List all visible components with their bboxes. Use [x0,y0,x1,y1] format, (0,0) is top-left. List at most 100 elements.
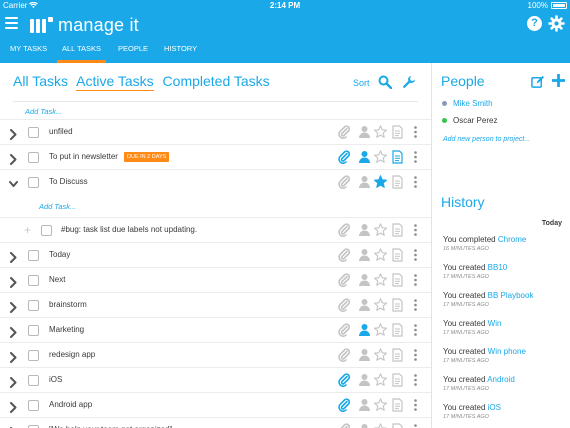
task-title[interactable]: brainstorm [49,300,87,309]
task-title[interactable]: To put in newsletter [49,152,118,161]
expand-toggle[interactable] [9,375,18,388]
more-icon[interactable] [409,298,422,312]
expand-toggle[interactable] [9,127,18,140]
task-title[interactable]: iOS [49,375,62,384]
star-icon[interactable] [373,150,388,164]
more-icon[interactable] [409,398,422,412]
task-title[interactable]: redesign app [49,350,95,359]
assignee-icon[interactable] [358,348,371,362]
chevron-right-icon[interactable] [9,252,18,263]
note-icon[interactable] [391,323,404,337]
plus-icon[interactable] [552,74,565,87]
note-icon[interactable] [391,398,404,412]
chevron-down-icon[interactable] [9,179,18,190]
star-icon[interactable] [373,175,388,189]
chevron-right-icon[interactable] [9,377,18,388]
chevron-right-icon[interactable] [9,129,18,140]
note-icon[interactable] [391,150,404,164]
more-icon[interactable] [409,223,422,237]
star-icon[interactable] [373,323,388,337]
tab-all-tasks[interactable]: ALL TASKS [57,38,106,63]
task-row[interactable]: Next [0,267,431,292]
history-link[interactable]: Win [488,319,502,328]
note-icon[interactable] [391,223,404,237]
task-row[interactable]: brainstorm [0,292,431,317]
add-person-link[interactable]: Add new person to project... [443,136,530,143]
task-row[interactable]: Android app [0,392,431,417]
history-link[interactable]: Chrome [498,235,526,244]
note-icon[interactable] [391,175,404,189]
task-title[interactable]: Marketing [49,325,84,334]
task-row[interactable]: iOS [0,367,431,392]
gear-icon[interactable] [548,15,565,32]
add-subtask-link[interactable]: Add Task... [39,202,76,211]
assignee-icon[interactable] [358,150,371,164]
star-icon[interactable] [373,298,388,312]
paperclip-icon[interactable] [338,298,351,313]
assignee-icon[interactable] [358,223,371,237]
star-icon[interactable] [373,373,388,387]
tab-people[interactable]: PEOPLE [118,38,148,63]
note-icon[interactable] [391,248,404,262]
expand-toggle[interactable] [9,350,18,363]
star-icon[interactable] [373,398,388,412]
sort-button[interactable]: Sort [353,78,370,88]
assignee-icon[interactable] [358,373,371,387]
person-item[interactable]: Mike Smith [442,99,493,108]
assignee-icon[interactable] [358,175,371,189]
star-icon[interactable] [373,125,388,139]
task-checkbox[interactable] [28,375,39,386]
assignee-icon[interactable] [358,248,371,262]
more-icon[interactable] [409,373,422,387]
view-tab-active[interactable]: Active Tasks [76,73,154,91]
task-checkbox[interactable] [28,300,39,311]
assignee-icon[interactable] [358,398,371,412]
chevron-right-icon[interactable] [9,277,18,288]
menu-icon[interactable] [5,17,18,29]
tab-history[interactable]: HISTORY [164,38,197,63]
task-row[interactable]: Marketing [0,317,431,342]
task-title[interactable]: unfiled [49,127,73,136]
note-icon[interactable] [391,273,404,287]
star-icon[interactable] [373,273,388,287]
assignee-icon[interactable] [358,298,371,312]
paperclip-icon[interactable] [338,273,351,288]
task-title[interactable]: Today [49,250,70,259]
note-icon[interactable] [391,348,404,362]
task-row[interactable]: "We help your team get organized" [0,417,431,428]
expand-toggle[interactable] [9,250,18,263]
history-link[interactable]: Android [487,375,515,384]
history-link[interactable]: iOS [488,403,501,412]
paperclip-icon[interactable] [338,373,351,388]
task-title[interactable]: To Discuss [49,177,88,186]
tab-my-tasks[interactable]: MY TASKS [10,38,47,63]
task-checkbox[interactable] [28,250,39,261]
task-title[interactable]: #bug: task list due labels not updating. [61,225,197,234]
history-link[interactable]: BB Playbook [488,291,534,300]
note-icon[interactable] [391,125,404,139]
task-checkbox[interactable] [28,325,39,336]
assignee-icon[interactable] [358,323,371,337]
view-tab-all[interactable]: All Tasks [13,73,68,89]
task-row[interactable]: unfiled [0,119,431,144]
expand-toggle[interactable] [9,177,18,188]
person-item[interactable]: Oscar Perez [442,116,497,125]
note-icon[interactable] [391,373,404,387]
chevron-right-icon[interactable] [9,327,18,338]
drag-handle-icon[interactable]: + [24,224,31,236]
more-icon[interactable] [409,125,422,139]
paperclip-icon[interactable] [338,398,351,413]
chevron-right-icon[interactable] [9,302,18,313]
expand-toggle[interactable] [9,152,18,165]
expand-toggle[interactable] [9,300,18,313]
history-link[interactable]: BB10 [488,263,508,272]
expand-toggle[interactable] [9,275,18,288]
task-checkbox[interactable] [28,127,39,138]
more-icon[interactable] [409,348,422,362]
star-icon[interactable] [373,248,388,262]
paperclip-icon[interactable] [338,223,351,238]
more-icon[interactable] [409,423,422,428]
assignee-icon[interactable] [358,423,371,428]
paperclip-icon[interactable] [338,125,351,140]
more-icon[interactable] [409,248,422,262]
